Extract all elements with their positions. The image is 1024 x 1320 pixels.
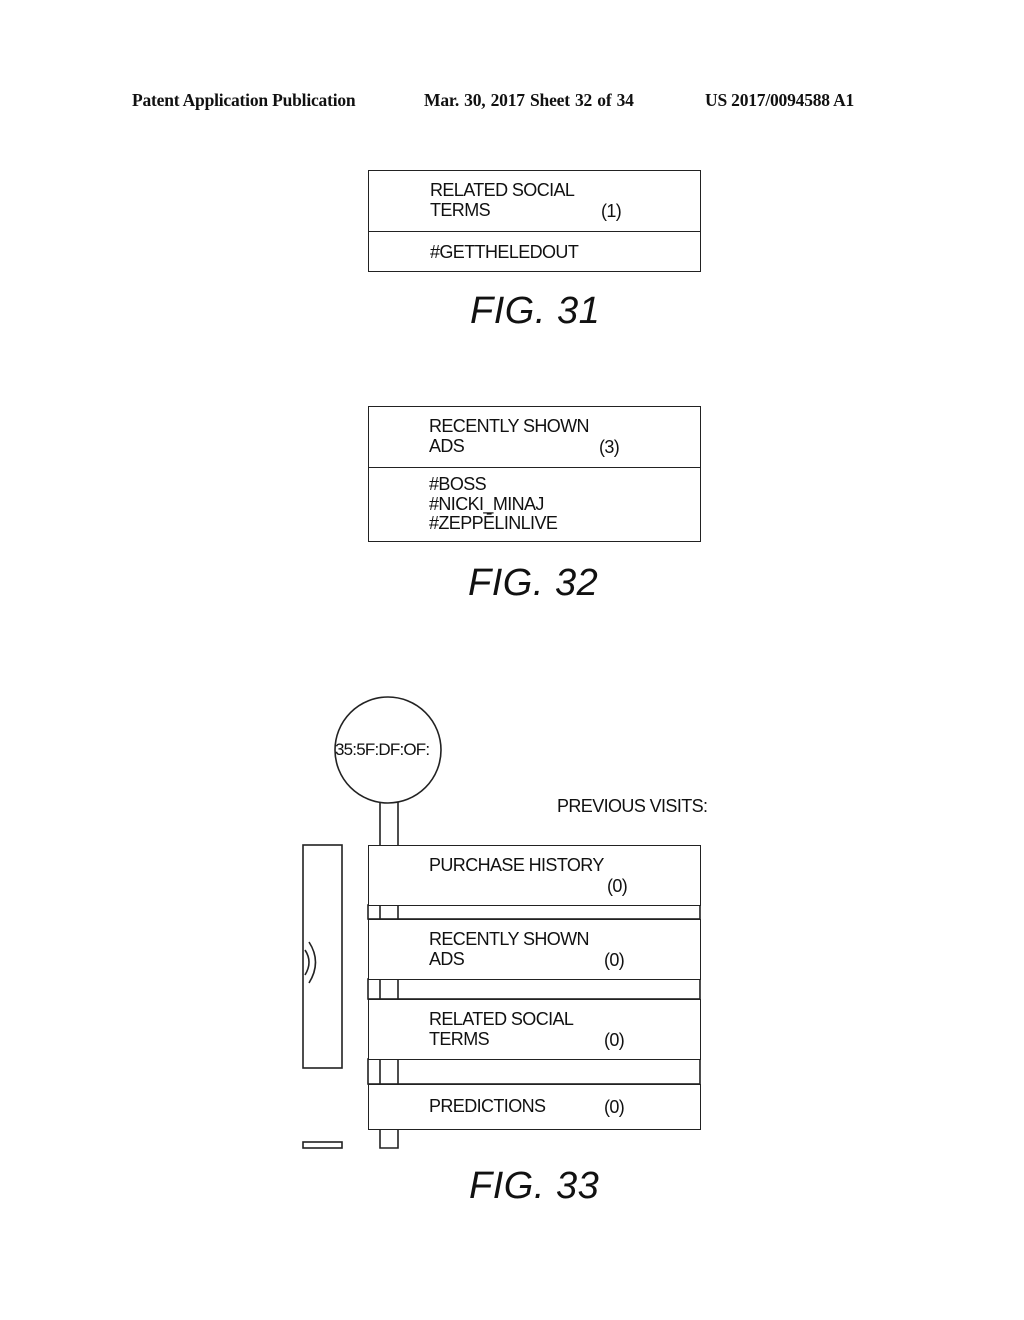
fig33-panel-purchase-history: PURCHASE HISTORY (0) bbox=[368, 845, 701, 906]
fig33-label: FIG. 33 bbox=[469, 1165, 600, 1207]
fig33-small-bar bbox=[302, 1141, 343, 1149]
panel-count: (0) bbox=[604, 1030, 625, 1050]
wireless-signal-icon bbox=[304, 941, 317, 984]
panel-title-line1: PURCHASE HISTORY bbox=[429, 855, 604, 875]
panel-count: (0) bbox=[604, 950, 625, 970]
fig33-previous-visits-label: PREVIOUS VISITS: bbox=[557, 796, 708, 816]
fig33-panel-related-social-terms: RELATED SOCIAL TERMS (0) bbox=[368, 999, 701, 1060]
panel-count: (0) bbox=[604, 1097, 625, 1117]
panel-title-line1: RELATED SOCIAL bbox=[429, 1009, 574, 1029]
fig33-panel-predictions: PREDICTIONS (0) bbox=[368, 1084, 701, 1130]
fig33-device-id: 35:5F:DF:OF: bbox=[335, 740, 430, 759]
panel-title-line2: TERMS bbox=[429, 1029, 490, 1049]
panel-title-line2: ADS bbox=[429, 949, 465, 969]
panel-title-line1: RECENTLY SHOWN bbox=[429, 929, 590, 949]
fig33-panel-recently-shown-ads: RECENTLY SHOWN ADS (0) bbox=[368, 919, 701, 980]
panel-count: (0) bbox=[607, 876, 628, 896]
panel-title-line1: PREDICTIONS bbox=[429, 1096, 546, 1116]
